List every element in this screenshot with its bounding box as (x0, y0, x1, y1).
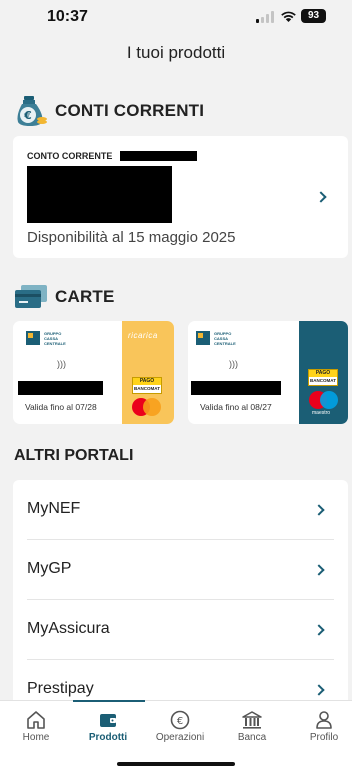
tab-bar: Home Prodotti € Operazioni Banca Profilo (0, 700, 352, 776)
chevron-right-icon[interactable] (315, 191, 327, 203)
mastercard-icon (132, 398, 161, 416)
pagobancomat-top: PAGO (315, 370, 331, 376)
redacted-card-number (18, 381, 103, 395)
battery-indicator: 93 (301, 9, 326, 23)
bank-logo: GRUPPO CASSA CENTRALE (196, 331, 236, 346)
section-portals-title: ALTRI PORTALI (14, 447, 134, 464)
tab-profilo[interactable]: Profilo (289, 701, 352, 757)
status-time: 10:37 (47, 8, 88, 25)
payment-card[interactable]: GRUPPO CASSA CENTRALE ))) Valida fino al… (188, 321, 348, 424)
bank-logo-line: CENTRALE (214, 341, 236, 346)
tab-label: Home (22, 732, 50, 743)
euro-icon: € (170, 710, 190, 730)
chevron-right-icon (313, 504, 325, 516)
credit-card-icon (15, 285, 47, 308)
portal-item-myassicura[interactable]: MyAssicura (13, 600, 348, 660)
section-cards-header: CARTE (14, 284, 115, 310)
wifi-icon (281, 11, 296, 22)
pagobancomat-bottom: BANCOMAT (133, 385, 161, 393)
redacted-card-number (191, 381, 281, 395)
bank-logo-mark (196, 331, 210, 345)
wallet-icon (100, 714, 116, 727)
pagobancomat-top: PAGO (139, 378, 155, 384)
maestro-icon (309, 391, 338, 409)
tab-home[interactable]: Home (1, 701, 71, 757)
money-bag-icon: € (17, 96, 47, 126)
pagobancomat-logo: PAGO BANCOMAT (308, 369, 338, 386)
bank-logo-line: CENTRALE (44, 341, 66, 346)
card-brand-stripe: ricarica PAGO BANCOMAT (122, 321, 174, 424)
chevron-right-icon (313, 624, 325, 636)
pagobancomat-logo: PAGO BANCOMAT (132, 377, 162, 394)
card-product-name: ricarica (128, 331, 158, 340)
card-validity: Valida fino al 08/27 (200, 402, 272, 412)
account-type-label: CONTO CORRENTE (27, 151, 113, 161)
home-indicator[interactable] (117, 762, 235, 766)
portal-name: MyGP (27, 560, 72, 577)
tab-operazioni[interactable]: € Operazioni (145, 701, 215, 757)
redacted-account-number (120, 151, 197, 161)
account-card[interactable]: CONTO CORRENTE Disponibilità al 15 maggi… (13, 136, 348, 258)
maestro-label: maestro (312, 410, 331, 416)
svg-text:€: € (23, 109, 32, 122)
portal-item-mynef[interactable]: MyNEF (13, 480, 348, 540)
status-bar: 10:37 93 (0, 0, 352, 34)
redacted-account-balance (27, 166, 172, 223)
svg-text:€: € (177, 716, 183, 727)
cellular-signal-icon (256, 11, 274, 23)
home-icon (27, 711, 45, 729)
tab-label: Operazioni (155, 732, 205, 743)
page-title: I tuoi prodotti (126, 43, 226, 62)
bank-icon (242, 711, 262, 729)
payment-card[interactable]: GRUPPO CASSA CENTRALE ))) Valida fino al… (13, 321, 174, 424)
portal-list: MyNEF MyGP MyAssicura Prestipay (13, 480, 348, 710)
section-accounts-title: CONTI CORRENTI (55, 101, 205, 120)
tab-label: Profilo (309, 732, 339, 743)
tab-label: Banca (237, 732, 267, 743)
bank-logo-mark (26, 331, 40, 345)
bank-logo: GRUPPO CASSA CENTRALE (26, 331, 66, 346)
section-cards-title: CARTE (55, 287, 115, 306)
card-validity: Valida fino al 07/28 (25, 402, 97, 412)
account-availability: Disponibilità al 15 maggio 2025 (27, 229, 236, 246)
chevron-right-icon (313, 684, 325, 696)
pagobancomat-bottom: BANCOMAT (309, 377, 337, 385)
contactless-icon: ))) (229, 359, 238, 369)
tab-label: Prodotti (88, 732, 128, 743)
chevron-right-icon (313, 564, 325, 576)
portal-item-mygp[interactable]: MyGP (13, 540, 348, 600)
card-brand-stripe: PAGO BANCOMAT maestro (299, 321, 348, 424)
user-icon (316, 711, 332, 729)
portal-name: MyNEF (27, 500, 81, 517)
portal-name: MyAssicura (27, 620, 110, 637)
tab-prodotti[interactable]: Prodotti (73, 701, 143, 757)
portal-name: Prestipay (27, 680, 94, 697)
contactless-icon: ))) (57, 359, 66, 369)
tab-banca[interactable]: Banca (217, 701, 287, 757)
section-accounts-header: € CONTI CORRENTI (14, 95, 204, 127)
